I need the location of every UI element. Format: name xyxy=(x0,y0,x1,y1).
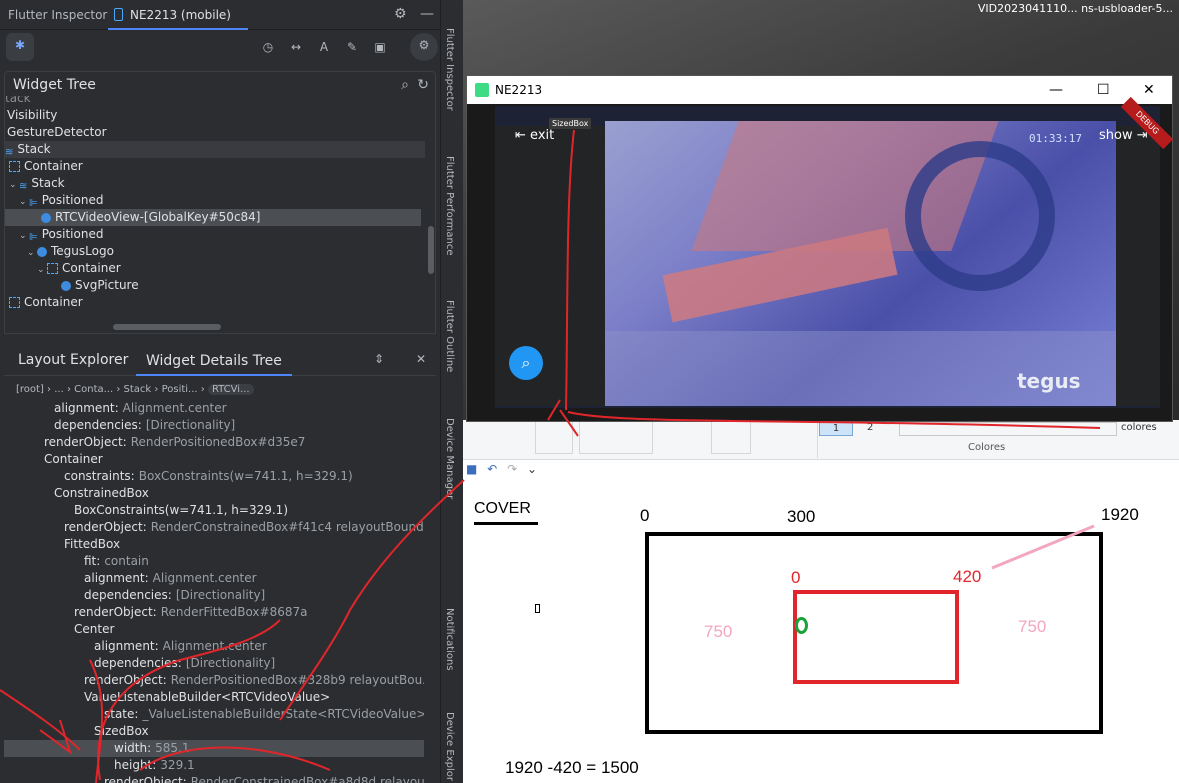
annotation-stroke xyxy=(97,619,281,781)
annotation-stroke xyxy=(0,689,81,755)
annotation-stroke xyxy=(279,479,465,721)
annotation-stroke xyxy=(567,411,1101,429)
pink-pointer-line xyxy=(991,524,1095,570)
annotation-stroke xyxy=(565,129,575,411)
annotation-stroke xyxy=(139,746,331,771)
annotation-stroke xyxy=(89,659,103,783)
annotation-stroke xyxy=(547,399,579,437)
red-annotations xyxy=(0,129,1101,783)
